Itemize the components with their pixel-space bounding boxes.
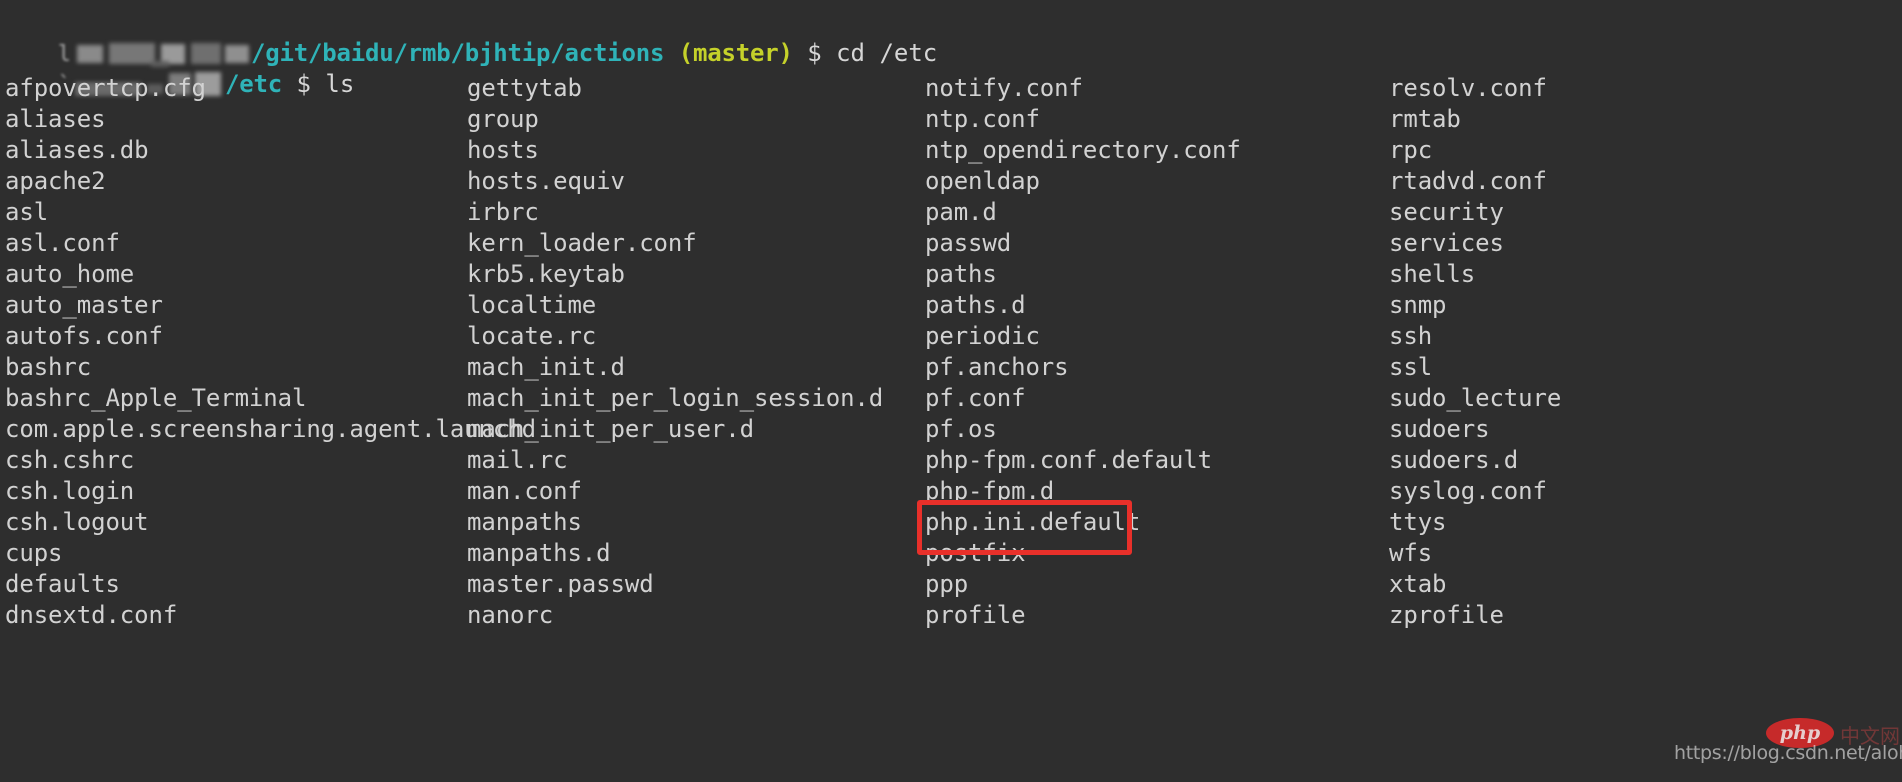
ls-entry: services — [1389, 229, 1504, 257]
ls-entry: rtadvd.conf — [1389, 167, 1547, 195]
ls-entry: ssl — [1389, 353, 1433, 381]
prompt-line-1: l /git/baidu/rmb/bjhtip/actions (master)… — [0, 7, 1902, 67]
ls-entry: sudo_lecture — [1389, 384, 1562, 412]
ls-entry: sudoers — [1389, 415, 1490, 443]
ls-output-grid: afpovertcp.cfg aliases aliases.db apache2 as… — [0, 73, 1902, 782]
ls-entry: resolv.conf — [1389, 74, 1547, 102]
prompt-line-2: ` /etc $ ls — [0, 38, 1902, 98]
ls-entry: ttys — [1389, 508, 1447, 536]
ls-entry: shells — [1389, 260, 1476, 288]
ls-entry: wfs — [1389, 539, 1433, 567]
ls-entry: security — [1389, 198, 1504, 226]
ls-entry: sudoers.d — [1389, 446, 1519, 474]
ls-entry-partial — [1389, 631, 1899, 662]
terminal-window[interactable]: l /git/baidu/rmb/bjhtip/actions (master)… — [0, 0, 1902, 782]
ls-entry: snmp — [1389, 291, 1447, 319]
ls-column-3: resolv.conf rmtab rpc rtadvd.conf security se… — [1389, 73, 1899, 662]
ls-entry: syslog.conf — [1389, 477, 1547, 505]
ls-entry: rmtab — [1389, 105, 1461, 133]
ls-entry: zprofile — [1389, 601, 1504, 629]
ls-entry: xtab — [1389, 570, 1447, 598]
ls-entry: ssh — [1389, 322, 1433, 350]
ls-entry: rpc — [1389, 136, 1433, 164]
